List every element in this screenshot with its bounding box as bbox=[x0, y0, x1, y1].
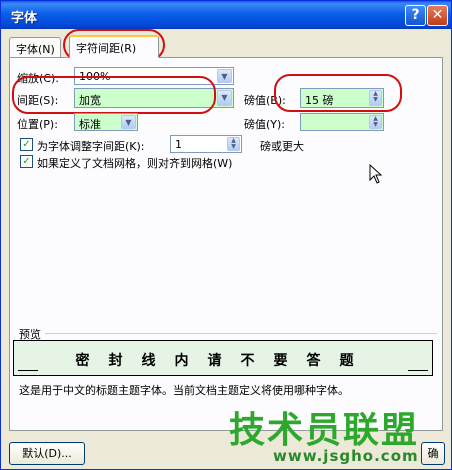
grid-checkbox[interactable]: ✓ bbox=[20, 155, 33, 168]
position-label: 位置(P): bbox=[17, 118, 58, 131]
spacing-value: 加宽 bbox=[79, 94, 101, 107]
preview-underline-right bbox=[408, 370, 428, 371]
position-value: 标准 bbox=[79, 118, 101, 131]
preview-note: 这是用于中文的标题主题字体。当前文档主题定义将使用哪种字体。 bbox=[19, 384, 349, 397]
preview-sample: 密封线内请不要答题 bbox=[75, 353, 373, 369]
chevron-down-icon[interactable]: ▼ bbox=[217, 69, 232, 83]
kerning-checkbox[interactable]: ✓ bbox=[20, 138, 33, 151]
spinner-icon[interactable]: ▲ ▼ bbox=[369, 115, 382, 129]
scale-select[interactable]: 100% ▼ bbox=[74, 67, 234, 85]
default-button[interactable]: 默认(D)... bbox=[9, 442, 85, 465]
position-select[interactable]: 标准 ▼ bbox=[74, 113, 138, 131]
spinner-icon[interactable]: ▲ ▼ bbox=[227, 137, 240, 151]
kerning-value: 1 bbox=[175, 138, 182, 151]
close-button[interactable]: ✕ bbox=[427, 5, 448, 26]
chevron-down-icon[interactable]: ▼ bbox=[217, 90, 232, 106]
preview-underline-left bbox=[18, 370, 38, 371]
watermark-url: www.jsgho.com bbox=[273, 447, 419, 465]
position-by-input[interactable]: ▲ ▼ bbox=[300, 113, 384, 131]
preview-box: 密封线内请不要答题 bbox=[13, 340, 433, 376]
spacing-select[interactable]: 加宽 ▼ bbox=[74, 88, 234, 108]
spacing-label: 间距(S): bbox=[17, 94, 59, 107]
font-dialog: 字体 ? ✕ 字体(N) 字符间距(R) 缩放(C): 100% ▼ 间距(S)… bbox=[0, 0, 452, 470]
spinner-icon[interactable]: ▲ ▼ bbox=[369, 90, 382, 106]
preview-divider bbox=[45, 333, 437, 334]
tab-character-spacing[interactable]: 字符间距(R) bbox=[69, 35, 159, 58]
watermark-brand: 技术员联盟 bbox=[229, 410, 420, 451]
chevron-down-icon[interactable]: ▼ bbox=[121, 115, 136, 129]
kerning-label: 为字体调整字间距(K): bbox=[37, 140, 145, 153]
tab-font[interactable]: 字体(N) bbox=[9, 37, 61, 57]
position-by-label: 磅值(Y): bbox=[244, 118, 286, 131]
window-title: 字体 bbox=[11, 11, 38, 26]
scale-value: 100% bbox=[79, 70, 111, 83]
spacing-by-label: 磅值(B): bbox=[244, 94, 286, 107]
ok-button[interactable]: 确 bbox=[421, 442, 445, 465]
kerning-suffix: 磅或更大 bbox=[260, 140, 304, 153]
grid-label: 如果定义了文档网格，则对齐到网格(W) bbox=[37, 157, 233, 170]
help-button[interactable]: ? bbox=[405, 5, 426, 26]
mouse-cursor-icon bbox=[369, 164, 383, 184]
kerning-input[interactable]: 1 ▲ ▼ bbox=[170, 135, 242, 153]
spacing-by-value: 15 磅 bbox=[305, 94, 334, 107]
title-bar: 字体 ? ✕ bbox=[1, 1, 451, 29]
scale-label: 缩放(C): bbox=[17, 72, 59, 85]
spacing-by-input[interactable]: 15 磅 ▲ ▼ bbox=[300, 88, 384, 108]
